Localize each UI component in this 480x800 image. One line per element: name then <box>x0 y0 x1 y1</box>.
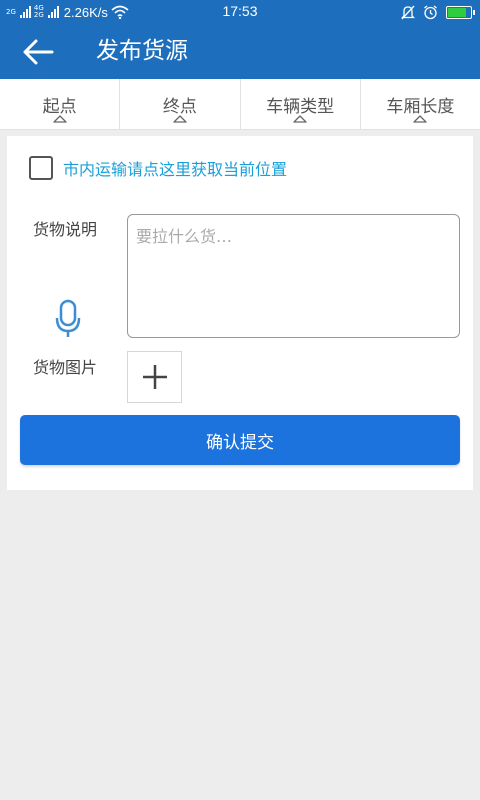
city-location-option[interactable]: 市内运输请点这里获取当前位置 <box>29 156 287 180</box>
title-bar: 发布货源 <box>0 24 480 79</box>
filter-bar: 起点 终点 车辆类型 车厢长度 <box>0 79 480 130</box>
plus-icon <box>142 365 167 389</box>
submit-button[interactable]: 确认提交 <box>20 415 460 465</box>
filter-label: 起点 <box>42 97 77 117</box>
triangle-up-icon <box>173 115 187 123</box>
triangle-up-icon <box>52 115 67 123</box>
description-input[interactable] <box>127 214 460 338</box>
image-label: 货物图片 <box>33 358 98 377</box>
location-checkbox[interactable] <box>29 156 53 180</box>
filter-label: 车厢长度 <box>386 97 455 117</box>
filter-label: 车辆类型 <box>266 97 335 117</box>
back-arrow-icon <box>23 39 54 65</box>
location-link-text[interactable]: 市内运输请点这里获取当前位置 <box>63 156 287 180</box>
alarm-icon <box>424 4 437 19</box>
battery-icon <box>446 5 475 19</box>
filter-label: 终点 <box>162 97 197 117</box>
triangle-up-icon <box>413 115 428 123</box>
cargo-form: 市内运输请点这里获取当前位置 货物说明 货物图片 确认提交 <box>7 136 473 490</box>
filter-cargo-length[interactable]: 车厢长度 <box>361 79 480 129</box>
page-title: 发布货源 <box>96 38 188 64</box>
status-bar: 2G 4G 2G 2.26K/s 17:53 <box>0 0 480 24</box>
back-button[interactable] <box>18 34 58 70</box>
notification-off-icon <box>401 5 415 19</box>
microphone-icon[interactable] <box>55 299 81 339</box>
add-image-button[interactable] <box>127 351 182 403</box>
status-right <box>401 4 475 20</box>
filter-origin[interactable]: 起点 <box>0 79 121 129</box>
description-label: 货物说明 <box>33 220 98 239</box>
triangle-up-icon <box>293 115 307 123</box>
filter-vehicle-type[interactable]: 车辆类型 <box>241 79 361 129</box>
filter-destination[interactable]: 终点 <box>120 79 241 129</box>
